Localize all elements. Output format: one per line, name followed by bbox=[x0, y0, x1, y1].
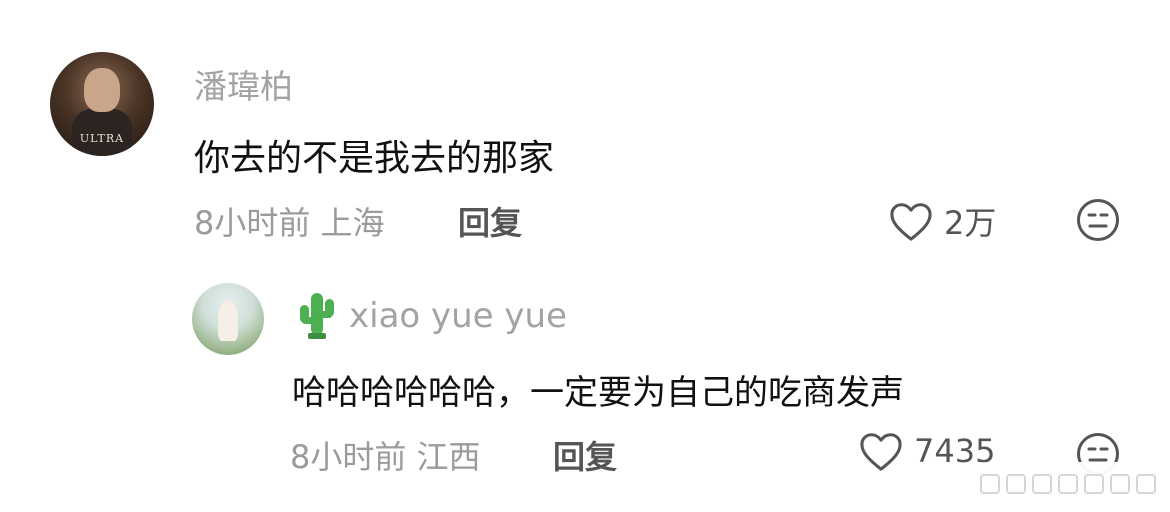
like-count: 2万 bbox=[944, 204, 997, 242]
comment-meta: 8小时前 上海 bbox=[194, 204, 385, 242]
comment-meta: 8小时前 江西 bbox=[290, 438, 481, 476]
avatar-head bbox=[84, 68, 120, 112]
watermark bbox=[940, 462, 1170, 512]
avatar[interactable] bbox=[192, 283, 264, 355]
username[interactable]: 潘瑋柏 bbox=[194, 60, 293, 108]
meh-face-icon[interactable] bbox=[1076, 198, 1120, 242]
avatar-figure bbox=[218, 301, 238, 341]
comment-text: 你去的不是我去的那家 bbox=[194, 138, 555, 179]
heart-outline-icon bbox=[890, 203, 932, 241]
avatar-brand-text: ULTRA bbox=[79, 132, 125, 145]
watermark-box bbox=[1032, 474, 1052, 494]
watermark-box bbox=[1084, 474, 1104, 494]
reply-button[interactable]: 回复 bbox=[458, 198, 522, 244]
cactus-icon bbox=[300, 293, 334, 339]
comment-text: 哈哈哈哈哈哈，一定要为自己的吃商发声 bbox=[292, 373, 904, 413]
avatar[interactable]: ULTRA bbox=[50, 52, 154, 156]
heart-outline-icon bbox=[860, 433, 902, 471]
watermark-box bbox=[1006, 474, 1026, 494]
watermark-box bbox=[1110, 474, 1130, 494]
reply-button[interactable]: 回复 bbox=[553, 432, 617, 478]
username[interactable]: xiao yue yue bbox=[349, 296, 567, 336]
watermark-box bbox=[1136, 474, 1156, 494]
watermark-box bbox=[980, 474, 1000, 494]
watermark-box bbox=[1058, 474, 1078, 494]
like-button[interactable]: 2万 bbox=[888, 198, 996, 244]
